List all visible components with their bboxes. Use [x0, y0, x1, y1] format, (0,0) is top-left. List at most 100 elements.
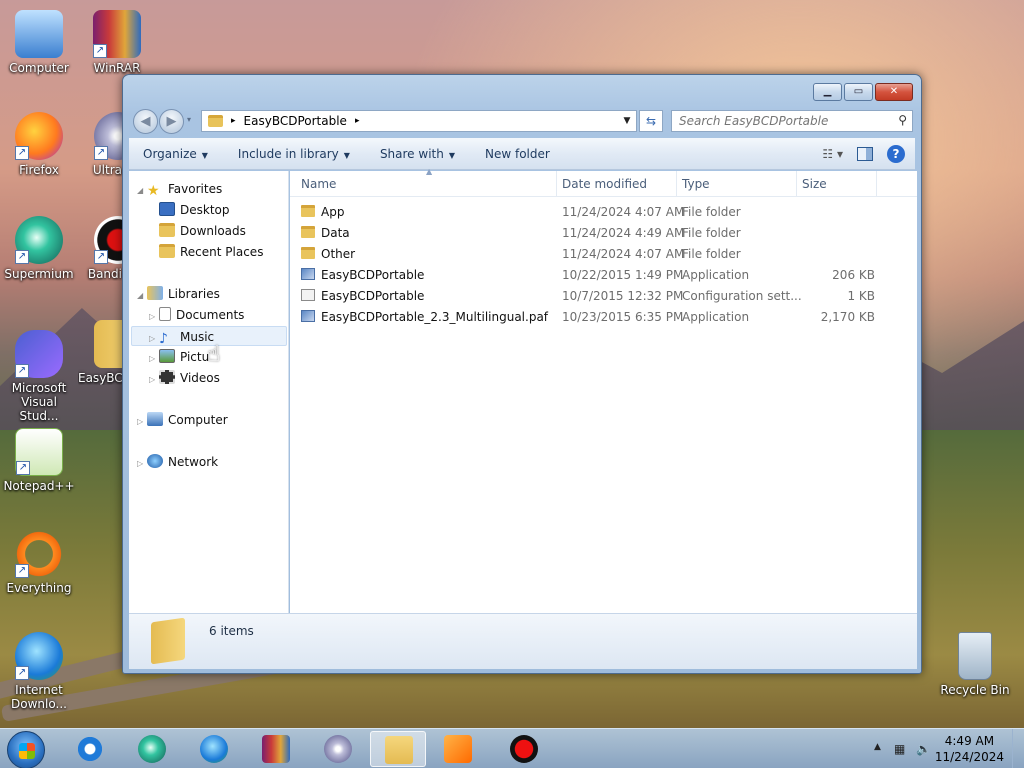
- media-player-icon: [444, 735, 472, 763]
- nav-item-recent-places[interactable]: Recent Places: [159, 242, 263, 262]
- idm-icon: [200, 735, 228, 763]
- supermium-icon: [138, 735, 166, 763]
- nav-item-documents[interactable]: ▷ Documents: [149, 305, 244, 325]
- desktop-icon-everything[interactable]: ↗ Everything: [0, 530, 78, 595]
- back-button[interactable]: ◀: [133, 109, 158, 134]
- desktop-icon-ultraiso[interactable]: ↗ Ultra: [78, 112, 122, 177]
- desktop-icon-internet-download-manager[interactable]: ↗ Internet Downlo...: [0, 632, 78, 711]
- new-folder-button[interactable]: New folder: [485, 147, 550, 161]
- breadcrumb-easybcdportable[interactable]: EasyBCDPortable: [244, 114, 347, 128]
- volume-icon[interactable]: 🔈: [916, 742, 931, 756]
- command-bar: Organize ▼ Include in library ▼ Share with…: [129, 138, 915, 170]
- folder-icon: [385, 736, 413, 764]
- desktop-icon-firefox[interactable]: ↗ Firefox: [0, 112, 78, 177]
- taskbar-media-player[interactable]: [430, 731, 486, 767]
- expand-collapse-icon[interactable]: ◢: [137, 286, 147, 306]
- network-status-icon[interactable]: ▦: [894, 742, 905, 756]
- nav-item-pictures[interactable]: ▷ Pictu: [149, 347, 209, 367]
- breadcrumb-separator-icon[interactable]: ▸: [231, 116, 236, 126]
- column-header-date-modified[interactable]: Date modified: [562, 177, 647, 191]
- column-header-size[interactable]: Size: [802, 177, 827, 191]
- search-input[interactable]: [672, 111, 882, 131]
- share-with-button[interactable]: Share with ▼: [380, 147, 455, 161]
- column-divider[interactable]: [876, 171, 877, 197]
- desktop-icon-easybcd-folder[interactable]: EasyBCD: [78, 320, 122, 385]
- column-header-type[interactable]: Type: [682, 177, 710, 191]
- folder-icon: [301, 247, 315, 259]
- nav-item-favorites[interactable]: ◢ ★ Favorites: [137, 179, 287, 199]
- file-row[interactable]: Other 11/24/2024 4:07 AM File folder: [290, 244, 917, 265]
- show-hidden-icons-icon[interactable]: ▲: [874, 742, 881, 752]
- expand-icon[interactable]: ▷: [149, 329, 159, 349]
- nav-item-computer[interactable]: ▷ Computer: [137, 410, 228, 430]
- taskbar-internet-download-manager[interactable]: [186, 731, 242, 767]
- search-box[interactable]: ⚲: [671, 110, 913, 132]
- start-button[interactable]: [7, 731, 45, 768]
- refresh-button[interactable]: ⇆: [639, 110, 663, 132]
- taskbar-windows-explorer[interactable]: [370, 731, 426, 767]
- include-in-library-button[interactable]: Include in library ▼: [238, 147, 350, 161]
- help-icon[interactable]: ?: [887, 145, 905, 163]
- desktop-icon-winrar[interactable]: ↗ WinRAR: [78, 10, 156, 75]
- pictures-icon: [159, 349, 175, 363]
- preview-pane-icon[interactable]: [857, 147, 873, 161]
- desktop-icon-computer[interactable]: Computer: [0, 10, 78, 75]
- organize-button[interactable]: Organize ▼: [143, 147, 208, 161]
- minimize-button[interactable]: ▁: [813, 83, 842, 101]
- column-divider[interactable]: [676, 171, 677, 197]
- notepadpp-icon: ↗: [15, 428, 63, 476]
- forward-button[interactable]: ▶: [159, 109, 184, 134]
- taskbar-winrar[interactable]: [248, 731, 304, 767]
- column-headers: Name ▲ Date modified Type Size: [290, 167, 917, 197]
- explorer-window: ▁ ▭ ✕ ◀ ▶ ▾ ▸ EasyBCDPortable ▸ ▼ ⇆ ⚲ Or…: [122, 74, 922, 674]
- file-row[interactable]: App 11/24/2024 4:07 AM File folder: [290, 202, 917, 223]
- taskbar-bandicam[interactable]: [496, 731, 552, 767]
- caption-buttons: ▁ ▭ ✕: [813, 83, 913, 101]
- nav-item-libraries[interactable]: ◢ Libraries: [137, 284, 220, 304]
- column-divider[interactable]: [556, 171, 557, 197]
- taskbar-ultraiso[interactable]: [310, 731, 366, 767]
- nav-item-network[interactable]: ▷ Network: [137, 452, 218, 472]
- taskbar-supermium[interactable]: [124, 731, 180, 767]
- winrar-icon: [262, 735, 290, 763]
- column-header-name[interactable]: Name: [301, 177, 336, 191]
- file-row[interactable]: EasyBCDPortable_2.3_Multilingual.paf 10/…: [290, 307, 917, 328]
- maximize-button[interactable]: ▭: [844, 83, 873, 101]
- file-row[interactable]: EasyBCDPortable 10/7/2015 12:32 PM Confi…: [290, 286, 917, 307]
- desktop-icon-recycle-bin[interactable]: Recycle Bin: [936, 632, 1014, 697]
- desktop-icon-visual-studio[interactable]: ↗ Microsoft Visual Stud...: [0, 330, 78, 423]
- expand-icon[interactable]: ▷: [149, 349, 159, 369]
- column-divider[interactable]: [796, 171, 797, 197]
- close-button[interactable]: ✕: [875, 83, 913, 101]
- music-icon: ♪: [159, 331, 168, 347]
- expand-icon[interactable]: ▷: [137, 412, 147, 432]
- nav-item-downloads[interactable]: Downloads: [159, 221, 246, 241]
- show-desktop-button[interactable]: [1012, 729, 1024, 768]
- clock[interactable]: 4:49 AM 11/24/2024: [935, 733, 1004, 765]
- shortcut-arrow-icon: ↗: [15, 146, 29, 160]
- search-icon[interactable]: ⚲: [898, 113, 907, 127]
- recent-pages-dropdown-icon[interactable]: ▾: [187, 115, 191, 124]
- application-icon: [301, 310, 315, 322]
- desktop-icon-supermium[interactable]: ↗ Supermium: [0, 216, 78, 281]
- desktop-icon-bandicam[interactable]: ↗ Bandi: [78, 216, 122, 281]
- expand-icon[interactable]: ▷: [149, 370, 159, 390]
- shortcut-arrow-icon: ↗: [94, 146, 108, 160]
- taskbar-internet-explorer[interactable]: [62, 731, 118, 767]
- address-dropdown-icon[interactable]: ▼: [618, 116, 636, 126]
- change-view-icon[interactable]: ☷ ▾: [822, 147, 843, 161]
- expand-icon[interactable]: ▷: [137, 454, 147, 474]
- expand-collapse-icon[interactable]: ◢: [137, 181, 147, 201]
- address-bar[interactable]: ▸ EasyBCDPortable ▸ ▼: [201, 110, 637, 132]
- desktop-icon-notepadpp[interactable]: ↗ Notepad++: [0, 428, 78, 493]
- winrar-icon: ↗: [93, 10, 141, 58]
- documents-icon: [159, 307, 171, 321]
- expand-icon[interactable]: ▷: [149, 307, 159, 327]
- nav-item-desktop[interactable]: Desktop: [159, 200, 230, 220]
- recycle-bin-icon: [958, 632, 992, 680]
- file-row[interactable]: Data 11/24/2024 4:49 AM File folder: [290, 223, 917, 244]
- item-count: 6 items: [209, 624, 254, 638]
- nav-item-videos[interactable]: ▷ Videos: [149, 368, 220, 388]
- breadcrumb-separator-icon[interactable]: ▸: [355, 116, 360, 126]
- file-row[interactable]: EasyBCDPortable 10/22/2015 1:49 PM Appli…: [290, 265, 917, 286]
